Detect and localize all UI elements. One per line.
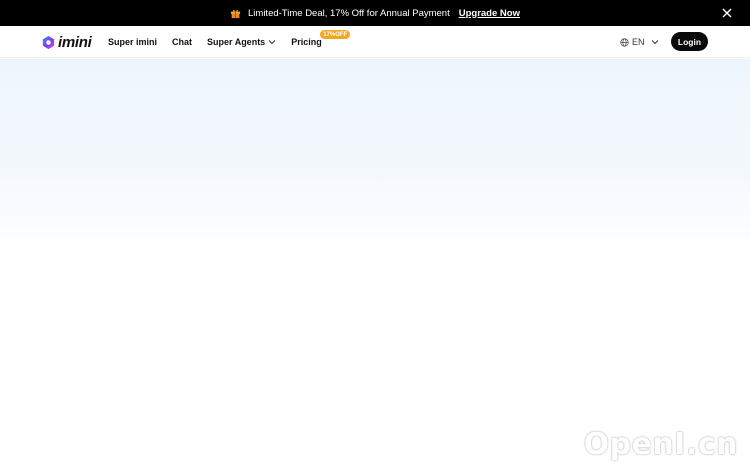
hero-background (0, 59, 750, 468)
nav-pricing[interactable]: Pricing 17%OFF (291, 30, 351, 47)
upgrade-now-link[interactable]: Upgrade Now (459, 8, 520, 19)
nav-label: Super imini (108, 37, 158, 47)
chevron-down-icon (268, 40, 276, 45)
nav-label: Super Agents (207, 37, 266, 47)
nav-label: Pricing (291, 37, 322, 47)
promo-text: Limited-Time Deal, 17% Off for Annual Pa… (248, 7, 450, 19)
main-nav: Super imini Chat Super Agents Pricing 17… (108, 26, 351, 58)
chevron-down-icon (651, 40, 658, 45)
nav-super-imini[interactable]: Super imini (108, 37, 157, 47)
nav-label: Chat (172, 37, 193, 47)
close-icon (722, 8, 732, 18)
promo-content: Limited-Time Deal, 17% Off for Annual Pa… (230, 8, 520, 19)
imini-logo-icon (42, 35, 55, 49)
discount-badge: 17%OFF (320, 30, 351, 39)
gift-icon (230, 9, 241, 18)
language-value: EN (632, 37, 645, 47)
nav-super-agents[interactable]: Super Agents (207, 37, 276, 47)
globe-icon (620, 37, 629, 47)
watermark-text: OpenI.cn (583, 427, 738, 462)
nav-chat[interactable]: Chat (172, 37, 192, 47)
brand-logo[interactable]: imini (41, 32, 92, 52)
login-button[interactable]: Login (671, 32, 708, 51)
top-navbar: imini Super imini Chat Super Agents Pric… (0, 26, 750, 58)
language-selector[interactable]: EN (620, 26, 659, 58)
promo-banner: Limited-Time Deal, 17% Off for Annual Pa… (0, 0, 750, 26)
brand-name: imini (58, 33, 92, 51)
close-promo-button[interactable] (720, 6, 734, 20)
